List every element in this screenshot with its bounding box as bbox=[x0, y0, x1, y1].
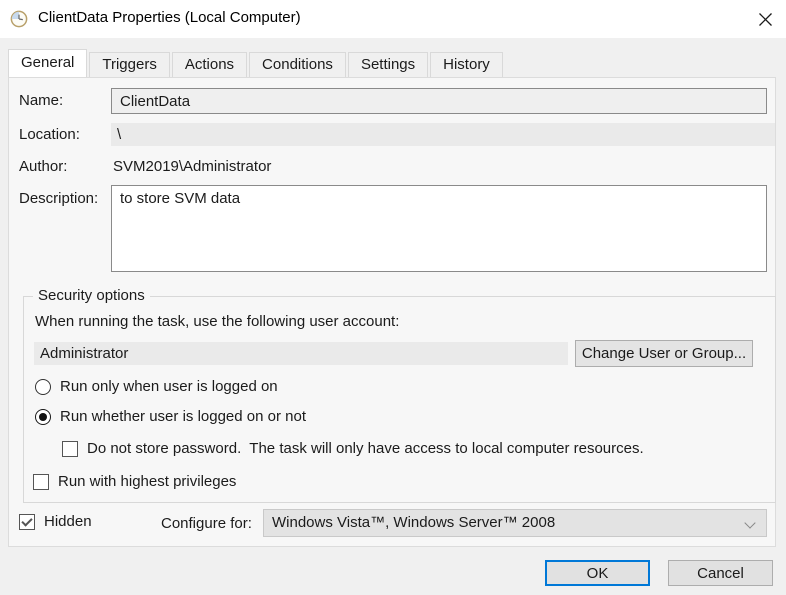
tab-conditions[interactable]: Conditions bbox=[249, 52, 346, 77]
tab-history[interactable]: History bbox=[430, 52, 503, 77]
radio-unselected-icon[interactable] bbox=[35, 379, 51, 395]
radio-run-logged-on-label: Run only when user is logged on bbox=[60, 378, 278, 395]
checkbox-unchecked-icon[interactable] bbox=[62, 441, 78, 457]
author-label: Author: bbox=[19, 158, 67, 175]
checkbox-no-password-label: Do not store password. The task will onl… bbox=[87, 440, 644, 457]
account-value-field: Administrator bbox=[34, 342, 568, 365]
chevron-down-icon bbox=[744, 517, 755, 528]
cancel-button[interactable]: Cancel bbox=[668, 560, 773, 586]
checkbox-unchecked-icon[interactable] bbox=[33, 474, 49, 490]
security-options-label: Security options bbox=[33, 287, 150, 304]
location-value: \ bbox=[111, 123, 775, 146]
checkbox-highest-privileges[interactable]: Run with highest privileges bbox=[33, 473, 236, 490]
security-options-group: Security options When running the task, … bbox=[23, 296, 776, 503]
tab-general[interactable]: General bbox=[8, 49, 87, 77]
description-label: Description: bbox=[19, 190, 98, 207]
close-icon[interactable] bbox=[744, 2, 786, 36]
clock-icon bbox=[10, 10, 28, 28]
name-input[interactable] bbox=[111, 88, 767, 114]
author-value: SVM2019\Administrator bbox=[113, 158, 271, 175]
configure-for-dropdown[interactable]: Windows Vista™, Windows Server™ 2008 bbox=[263, 509, 767, 537]
tab-settings[interactable]: Settings bbox=[348, 52, 428, 77]
general-tab-page: Name: Location: \ Author: SVM2019\Admini… bbox=[8, 77, 776, 547]
account-hint-label: When running the task, use the following… bbox=[35, 313, 399, 330]
location-label: Location: bbox=[19, 126, 80, 143]
radio-run-logged-on[interactable]: Run only when user is logged on bbox=[35, 378, 278, 395]
checkbox-hidden[interactable]: Hidden bbox=[19, 513, 92, 530]
ok-button[interactable]: OK bbox=[545, 560, 650, 586]
tab-actions[interactable]: Actions bbox=[172, 52, 247, 77]
window-title: ClientData Properties (Local Computer) bbox=[38, 9, 301, 26]
tab-strip: General Triggers Actions Conditions Sett… bbox=[8, 51, 505, 77]
radio-run-whether-label: Run whether user is logged on or not bbox=[60, 408, 306, 425]
change-user-button[interactable]: Change User or Group... bbox=[575, 340, 753, 367]
checkbox-checked-icon[interactable] bbox=[19, 514, 35, 530]
radio-selected-icon[interactable] bbox=[35, 409, 51, 425]
task-properties-dialog: ClientData Properties (Local Computer) G… bbox=[0, 0, 786, 595]
description-textarea[interactable]: to store SVM data bbox=[111, 185, 767, 272]
checkbox-no-password[interactable]: Do not store password. The task will onl… bbox=[62, 440, 644, 457]
name-label: Name: bbox=[19, 92, 63, 109]
tab-triggers[interactable]: Triggers bbox=[89, 52, 169, 77]
title-bar: ClientData Properties (Local Computer) bbox=[0, 0, 786, 38]
checkbox-hidden-label: Hidden bbox=[44, 513, 92, 530]
checkbox-highest-privileges-label: Run with highest privileges bbox=[58, 473, 236, 490]
configure-for-value: Windows Vista™, Windows Server™ 2008 bbox=[272, 514, 555, 531]
radio-run-whether[interactable]: Run whether user is logged on or not bbox=[35, 408, 306, 425]
configure-for-label: Configure for: bbox=[161, 515, 252, 532]
